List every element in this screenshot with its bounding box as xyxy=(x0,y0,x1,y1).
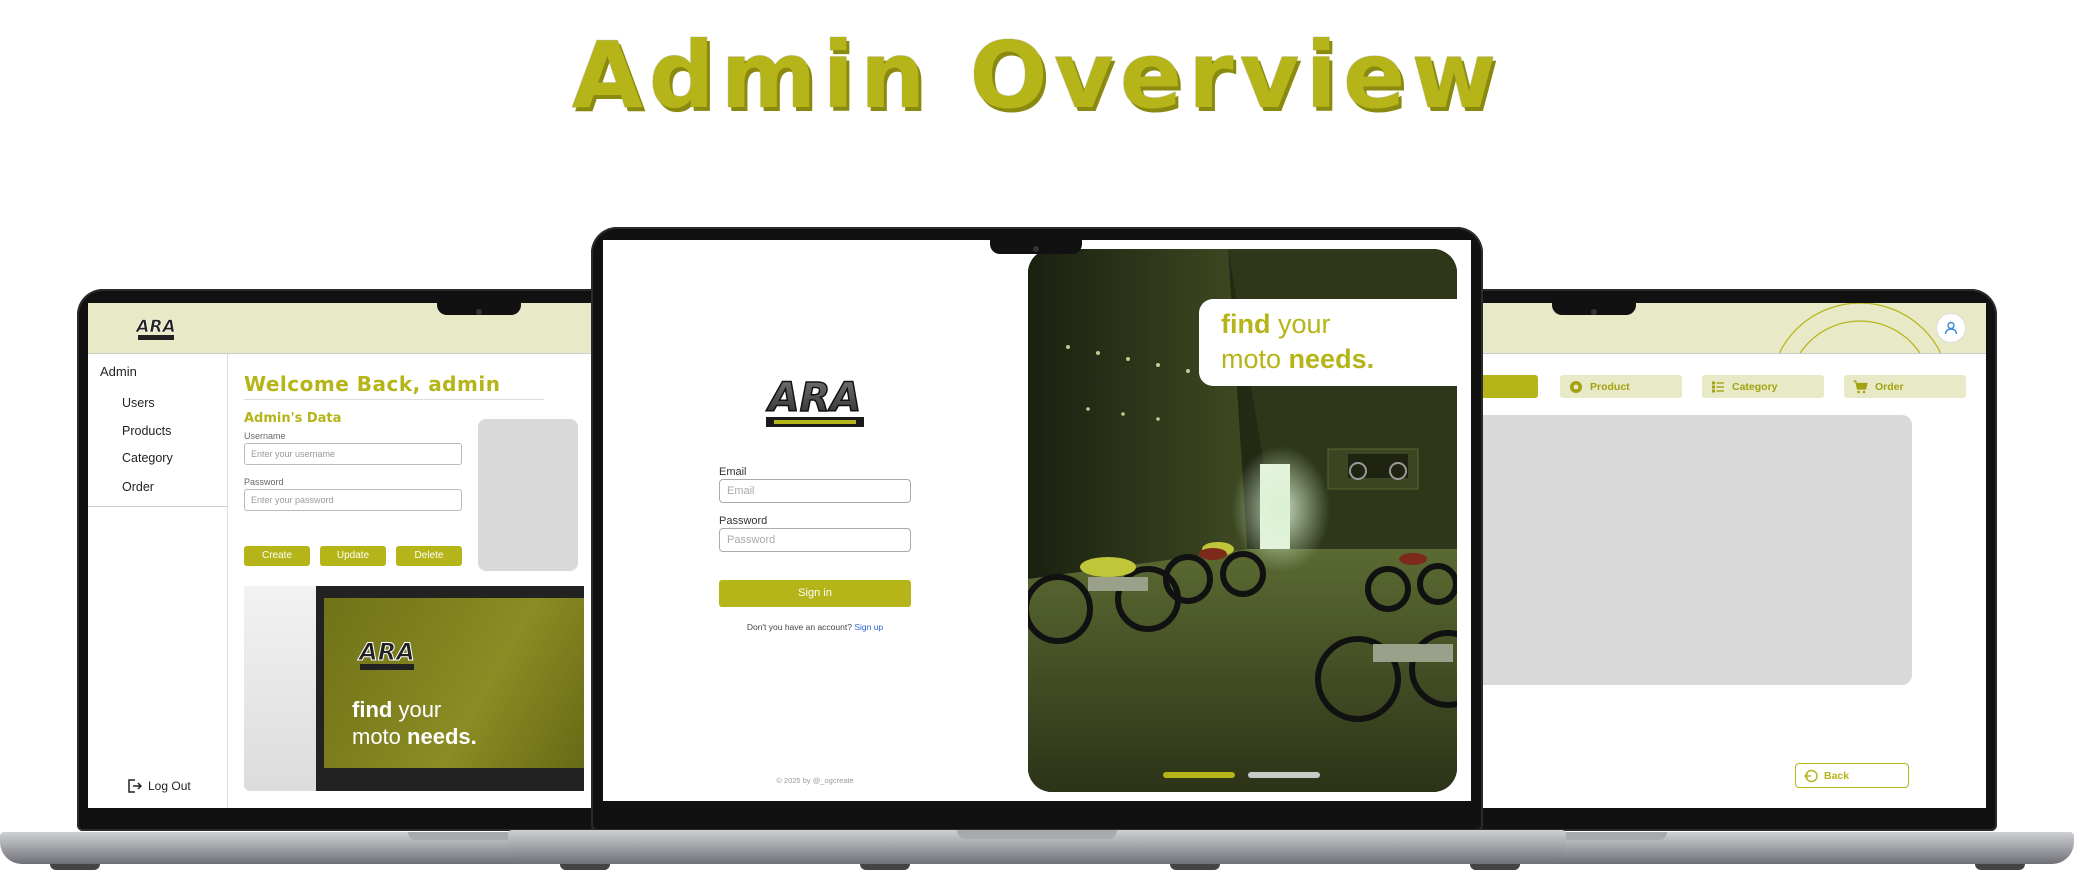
page-title: Admin Overview xyxy=(571,22,1503,129)
login-screen: ARA Email Email Password Password Sign i… xyxy=(603,240,1471,801)
hero-word-moto: moto xyxy=(1221,344,1282,374)
user-avatar-button[interactable] xyxy=(1936,313,1966,343)
section-title: Admin's Data xyxy=(244,411,342,426)
password-input[interactable]: Password xyxy=(719,528,911,552)
back-button[interactable]: Back xyxy=(1795,763,1909,788)
email-label: Email xyxy=(719,466,747,478)
svg-text:ARA: ARA xyxy=(134,317,175,337)
brand-logo: ARA xyxy=(357,638,415,670)
create-button[interactable]: Create xyxy=(244,546,310,566)
hero-word-find: find xyxy=(1221,309,1271,339)
camera-notch xyxy=(1552,303,1636,315)
sidebar-item-products[interactable]: Products xyxy=(122,424,171,438)
hero-tagline-card: find your moto needs. xyxy=(1199,299,1457,386)
laptop-foot xyxy=(1470,864,1520,870)
nav-order-button[interactable]: Order xyxy=(1844,375,1966,398)
content-panel xyxy=(1426,415,1912,685)
admin-panel-screen: ARA Admin Users Products Category Order … xyxy=(88,303,648,808)
back-icon xyxy=(1804,769,1818,782)
signup-prompt-text: Don't you have an account? xyxy=(746,622,852,632)
login-form-area: ARA Email Email Password Password Sign i… xyxy=(603,240,1028,801)
sidebar-heading: Admin xyxy=(100,364,137,379)
laptop-foot xyxy=(1975,864,2025,870)
username-input[interactable]: Enter your username xyxy=(244,443,462,465)
carousel-indicator-active[interactable] xyxy=(1163,772,1235,778)
sidebar-divider xyxy=(88,506,228,507)
svg-text:ARA: ARA xyxy=(357,638,415,666)
admin-header: ARA xyxy=(88,303,648,354)
nav-category-label: Category xyxy=(1732,380,1778,393)
username-label: Username xyxy=(244,431,286,441)
dashboard-screen: Product Category Order Back xyxy=(1426,303,1986,808)
brand-logo: ARA xyxy=(132,313,180,343)
box-icon xyxy=(1570,380,1582,393)
update-button[interactable]: Update xyxy=(320,546,386,566)
signup-link[interactable]: Sign up xyxy=(854,622,883,632)
list-icon xyxy=(1712,381,1724,392)
welcome-heading: Welcome Back, admin xyxy=(244,372,501,396)
image-preview xyxy=(478,419,578,571)
hero-tagline: find your moto needs. xyxy=(1221,307,1435,377)
password-label: Password xyxy=(719,515,768,527)
nav-category-button[interactable]: Category xyxy=(1702,375,1824,398)
showcase-stage: Admin Overview ARA Admin Users Products … xyxy=(0,0,2074,876)
hero-word-your: your xyxy=(1278,309,1331,339)
back-label: Back xyxy=(1824,769,1850,782)
password-input[interactable]: Enter your password xyxy=(244,489,462,511)
nav-product-label: Product xyxy=(1590,380,1630,393)
camera-notch xyxy=(990,240,1082,254)
admin-sidebar: Admin Users Products Category Order Log … xyxy=(88,354,228,808)
hero-word-needs: needs. xyxy=(1288,344,1375,374)
promo-word-your: your xyxy=(398,697,442,722)
dashboard-header xyxy=(1426,303,1986,354)
promo-banner: ARA find your moto needs. xyxy=(244,586,584,791)
nav-product-button[interactable]: Product xyxy=(1560,375,1682,398)
logout-button[interactable]: Log Out xyxy=(126,778,191,794)
laptop-foot xyxy=(560,864,610,870)
svg-text:ARA: ARA xyxy=(766,375,862,421)
delete-button[interactable]: Delete xyxy=(396,546,462,566)
logout-icon xyxy=(128,779,142,793)
billboard-panel: ARA find your moto needs. xyxy=(324,598,584,768)
header-decoration xyxy=(1778,303,1942,353)
sidebar-item-users[interactable]: Users xyxy=(122,396,155,410)
laptop-foot xyxy=(860,864,910,870)
brand-logo: ARA xyxy=(765,375,864,427)
admin-main: Welcome Back, admin Admin's Data Usernam… xyxy=(228,354,648,808)
divider xyxy=(244,399,544,400)
camera-notch xyxy=(437,303,521,315)
nav-order-label: Order xyxy=(1875,380,1904,393)
promo-text: find your moto needs. xyxy=(352,696,477,750)
signup-prompt: Don't you have an account? Sign up xyxy=(719,622,911,632)
user-icon xyxy=(1944,321,1958,335)
billboard: ARA find your moto needs. xyxy=(316,586,584,791)
hero-image: find your moto needs. xyxy=(1028,249,1457,792)
promo-word-needs: needs. xyxy=(407,724,477,749)
laptop-foot xyxy=(1170,864,1220,870)
copyright-text: © 2025 by @_ogcreate xyxy=(776,776,854,785)
laptop-foot xyxy=(50,864,100,870)
logout-label: Log Out xyxy=(148,779,191,793)
sidebar-item-category[interactable]: Category xyxy=(122,451,173,465)
email-input[interactable]: Email xyxy=(719,479,911,503)
sidebar-item-order[interactable]: Order xyxy=(122,480,154,494)
signin-button[interactable]: Sign in xyxy=(719,580,911,607)
promo-word-moto: moto xyxy=(352,724,401,749)
carousel-indicator[interactable] xyxy=(1248,772,1320,778)
center-laptop-lip xyxy=(957,830,1117,839)
cart-icon xyxy=(1853,379,1868,393)
password-label: Password xyxy=(244,477,284,487)
promo-word-find: find xyxy=(352,697,393,722)
